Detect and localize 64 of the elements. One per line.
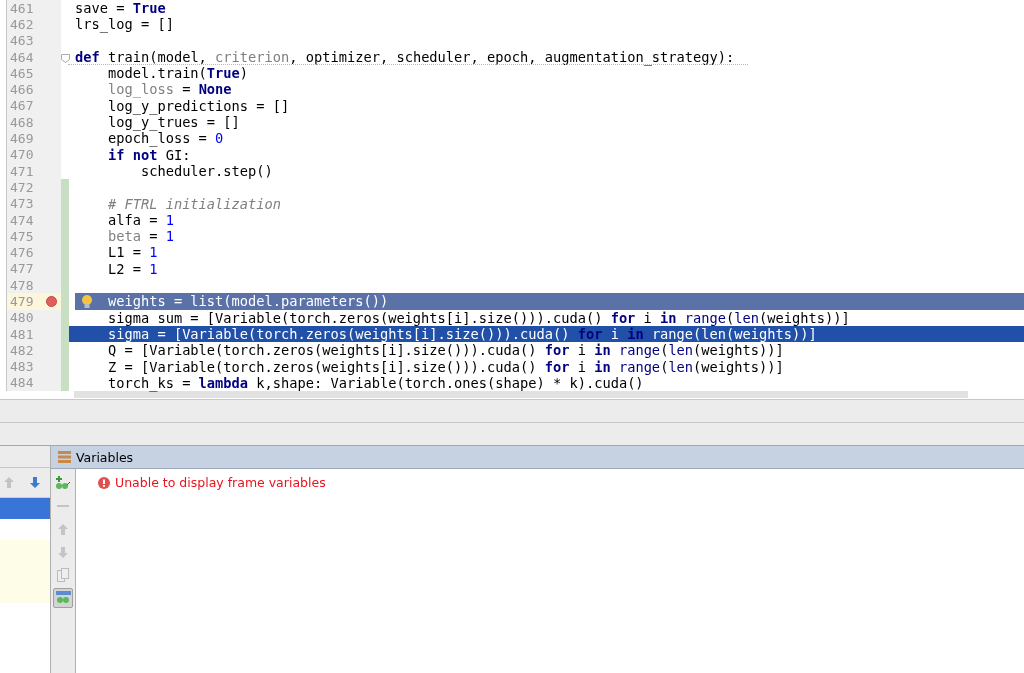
fold-icon[interactable]	[61, 53, 70, 63]
line-number: 478	[9, 277, 34, 293]
code-line: Q = [Variable(torch.zeros(weights[i].size())).cuda() for i in range(len(weights))]	[106, 342, 785, 359]
panel-title: Variables	[76, 449, 134, 465]
down-arrow-icon	[57, 545, 69, 559]
line-number: 483	[9, 359, 34, 375]
lightbulb-icon[interactable]	[81, 294, 93, 310]
line-number: 469	[9, 131, 34, 146]
line-number: 466	[9, 82, 34, 98]
watches-toggle-button[interactable]	[53, 588, 73, 608]
line-number: 465	[9, 65, 34, 81]
line-number: 470	[9, 147, 34, 163]
line-number: 474	[9, 212, 34, 228]
line-number: 477	[9, 261, 34, 277]
code-line: torch_ks = lambda k,shape: Variable(torch.ones(shape) * k).cuda()	[106, 374, 644, 392]
code-line: log_y_trues = []	[106, 114, 240, 131]
code-line: def train(model, criterion, optimizer, scheduler, epoch, augmentation_strategy):	[75, 48, 736, 66]
line-number: 482	[9, 342, 34, 358]
watches-window-icon	[55, 591, 71, 605]
error-message: Unable to display frame variables	[115, 475, 326, 490]
frame-row[interactable]	[0, 582, 50, 603]
code-line: L2 = 1	[106, 260, 159, 278]
down-arrow-icon	[29, 476, 41, 489]
code-editor[interactable]	[0, 0, 1024, 400]
up-arrow-icon	[57, 522, 69, 536]
code-line: scheduler.step()	[139, 162, 274, 180]
line-number: 476	[9, 245, 34, 261]
line-number: 480	[9, 310, 34, 326]
code-line: log_y_predictions = []	[106, 97, 291, 115]
glasses-plus-icon	[55, 476, 71, 490]
code-line: if not GI:	[106, 146, 192, 163]
code-line: L1 = 1	[106, 244, 159, 261]
frame-row[interactable]	[0, 498, 50, 519]
code-line: Z = [Variable(torch.zeros(weights[i].size())).cuda() for i in range(len(weights))]	[106, 358, 785, 375]
code-line: alfa = 1	[106, 211, 175, 229]
line-number: 467	[9, 98, 34, 114]
code-line: log_loss = None	[106, 81, 233, 98]
line-number: 481	[9, 326, 34, 342]
copy-icon	[57, 568, 69, 582]
line-number: 461	[9, 0, 34, 16]
line-number: 471	[9, 163, 34, 179]
code-line: beta = 1	[106, 228, 175, 245]
code-line: model.train(True)	[106, 65, 250, 82]
line-number: 464	[9, 49, 34, 65]
code-line: sigma_sum = [Variable(torch.zeros(weights[i].size())).cuda() for i in range(len(weights))]	[106, 309, 851, 326]
line-number: 475	[9, 228, 34, 244]
code-line: lrs_log = []	[75, 16, 175, 33]
breakpoint-icon[interactable]	[46, 296, 57, 308]
list-icon	[58, 451, 71, 463]
code-line: save = True	[75, 0, 167, 17]
error-icon	[98, 476, 110, 489]
code-line: epoch_loss = 0	[106, 130, 225, 147]
line-number: 484	[9, 375, 34, 391]
line-number: 462	[9, 16, 34, 32]
line-number: 472	[9, 179, 34, 195]
horizontal-scrollbar[interactable]	[74, 391, 968, 399]
minus-icon	[57, 505, 69, 507]
frame-row[interactable]	[0, 540, 50, 561]
line-number: 468	[9, 114, 34, 130]
line-number: 473	[9, 196, 34, 212]
line-number: 479	[9, 294, 34, 309]
line-number: 463	[9, 33, 34, 49]
up-arrow-icon	[3, 476, 15, 489]
code-line: # FTRL initialization	[106, 195, 282, 212]
